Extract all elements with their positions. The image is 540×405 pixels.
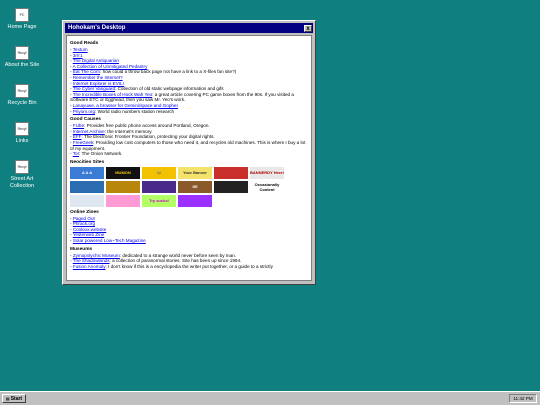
neocities-badge[interactable]: Try sucks! <box>142 194 176 207</box>
close-button[interactable]: x <box>304 24 312 32</box>
desktop-icon-label: Recycle Bin <box>7 100 37 106</box>
neocities-badge[interactable] <box>70 180 104 193</box>
desktop-window: Hohokam's Desktop x Good Reads - Textum … <box>62 20 316 285</box>
neocities-badge[interactable] <box>106 194 140 207</box>
link[interactable]: Yesterweb Zine <box>73 232 105 237</box>
good-reads-list: - Textum - 3rrr1 - The Digital Antiquari… <box>70 47 308 114</box>
window-titlebar[interactable]: Hohokam's Desktop x <box>65 23 313 33</box>
link[interactable]: Solar powered Low~Tech Magazine <box>73 238 146 243</box>
recycle-icon: Recyl <box>15 84 29 98</box>
good-causes-list: - FUbe: Provides free public phone acces… <box>70 123 308 157</box>
neocities-badge[interactable]: A A A <box>70 166 104 179</box>
taskbar-clock: 11:42 PM <box>509 394 537 403</box>
desktop-icon-label: Home Page <box>7 24 37 30</box>
section-heading-neocities: Neocities Sites <box>70 159 105 165</box>
neocities-badge[interactable]: MUMON <box>106 166 140 179</box>
desktop-icon-about-site[interactable]: Recyl About the Site <box>0 46 44 69</box>
link[interactable]: Cookiux.website <box>73 227 106 232</box>
link[interactable]: The Shadowlands <box>73 258 110 263</box>
neocities-badge[interactable]: BANNERDY Here! <box>250 166 284 179</box>
windows-logo-icon: ▦ <box>5 396 10 401</box>
link[interactable]: The Digital Antiquarian <box>73 58 119 63</box>
link[interactable]: Textum <box>73 47 88 52</box>
link[interactable]: Lanayuwe, a browser for Gemini/space and… <box>73 103 178 108</box>
link[interactable]: Fusion Anomaly <box>73 264 106 269</box>
neocities-badge[interactable]: Your Banner <box>178 166 212 179</box>
window-content[interactable]: Good Reads - Textum - 3rrr1 - The Digita… <box>66 35 312 281</box>
link[interactable]: Zymopolychic Museum <box>73 253 120 258</box>
neocities-badges: A A A MUMON 🐝 Your Banner BANNERDY Here! SE Oc… <box>70 166 310 207</box>
start-label: Start <box>10 395 23 402</box>
list-item: - Solar powered Low~Tech Magazine <box>70 238 146 244</box>
desktop-icon-label: About the Site <box>4 62 40 68</box>
link[interactable]: EFF <box>73 134 82 139</box>
link[interactable]: Internet Explorer is EVIL! <box>73 81 124 86</box>
desktop-icon-recycle-bin[interactable]: Recyl Recycle Bin <box>0 84 44 107</box>
link[interactable]: Paged Out <box>73 216 95 221</box>
list-item: - Priyom.org: World radio numbers statio… <box>70 108 175 114</box>
online-zines-list: - Paged Out - Phrack.org - Cookiux.websi… <box>70 216 308 244</box>
taskbar: ▦ Start 11:42 PM <box>0 391 540 405</box>
link[interactable]: The Cyber Vanguard <box>73 86 115 91</box>
list-item: - The Incredible Boxes of Hock Wah Yeo: … <box>70 91 294 103</box>
neocities-badge[interactable] <box>214 180 248 193</box>
link[interactable]: Eat The Corn <box>73 69 100 74</box>
start-button[interactable]: ▦ Start <box>2 394 26 403</box>
link[interactable]: The Incredible Boxes of Hock Wah Yeo <box>73 92 153 97</box>
computer-icon: PC <box>15 8 29 22</box>
link[interactable]: Internet Archive <box>73 129 105 134</box>
link[interactable]: A Collection of Unmitigated Pedantry <box>73 64 148 69</box>
list-item: - Fusion Anomaly: I don't know if this i… <box>70 263 273 269</box>
neocities-badge[interactable] <box>214 166 248 179</box>
desktop-icon-label: Street Art Collection <box>9 176 35 189</box>
neocities-badge[interactable] <box>70 194 104 207</box>
list-item: - FreeGeek: Providing low cost computers… <box>70 139 306 151</box>
link[interactable]: Priyom.org <box>73 109 95 114</box>
neocities-badge[interactable] <box>106 180 140 193</box>
desktop-icon-home-page[interactable]: PC Home Page <box>0 8 44 31</box>
neocities-badge[interactable]: SE <box>178 180 212 193</box>
desktop-icon-street-art[interactable]: Recyl Street Art Collection <box>0 160 44 189</box>
list-item: - Tor: The Onion Network. <box>70 151 123 157</box>
neocities-badge[interactable]: 🐝 <box>142 166 176 179</box>
link[interactable]: Remember the Internet? <box>73 75 123 80</box>
link[interactable]: Phrack.org <box>73 221 95 226</box>
recycle-icon: Recyl <box>15 46 29 60</box>
link[interactable]: FreeGeek <box>73 140 93 145</box>
recycle-icon: Recyl <box>15 122 29 136</box>
desktop-icon-label: Links <box>15 138 29 144</box>
museums-list: - Zymopolychic Museum: dedicated to a st… <box>70 253 308 270</box>
link[interactable]: 3rrr1 <box>73 53 83 58</box>
link[interactable]: FUbe <box>73 123 84 128</box>
recycle-icon: Recyl <box>15 160 29 174</box>
desktop-icon-links[interactable]: Recyl Links <box>0 122 44 145</box>
neocities-badge[interactable]: Occasionally Content <box>250 180 284 193</box>
neocities-badge[interactable] <box>178 194 212 207</box>
neocities-badge[interactable] <box>142 180 176 193</box>
window-title: Hohokam's Desktop <box>68 25 126 31</box>
